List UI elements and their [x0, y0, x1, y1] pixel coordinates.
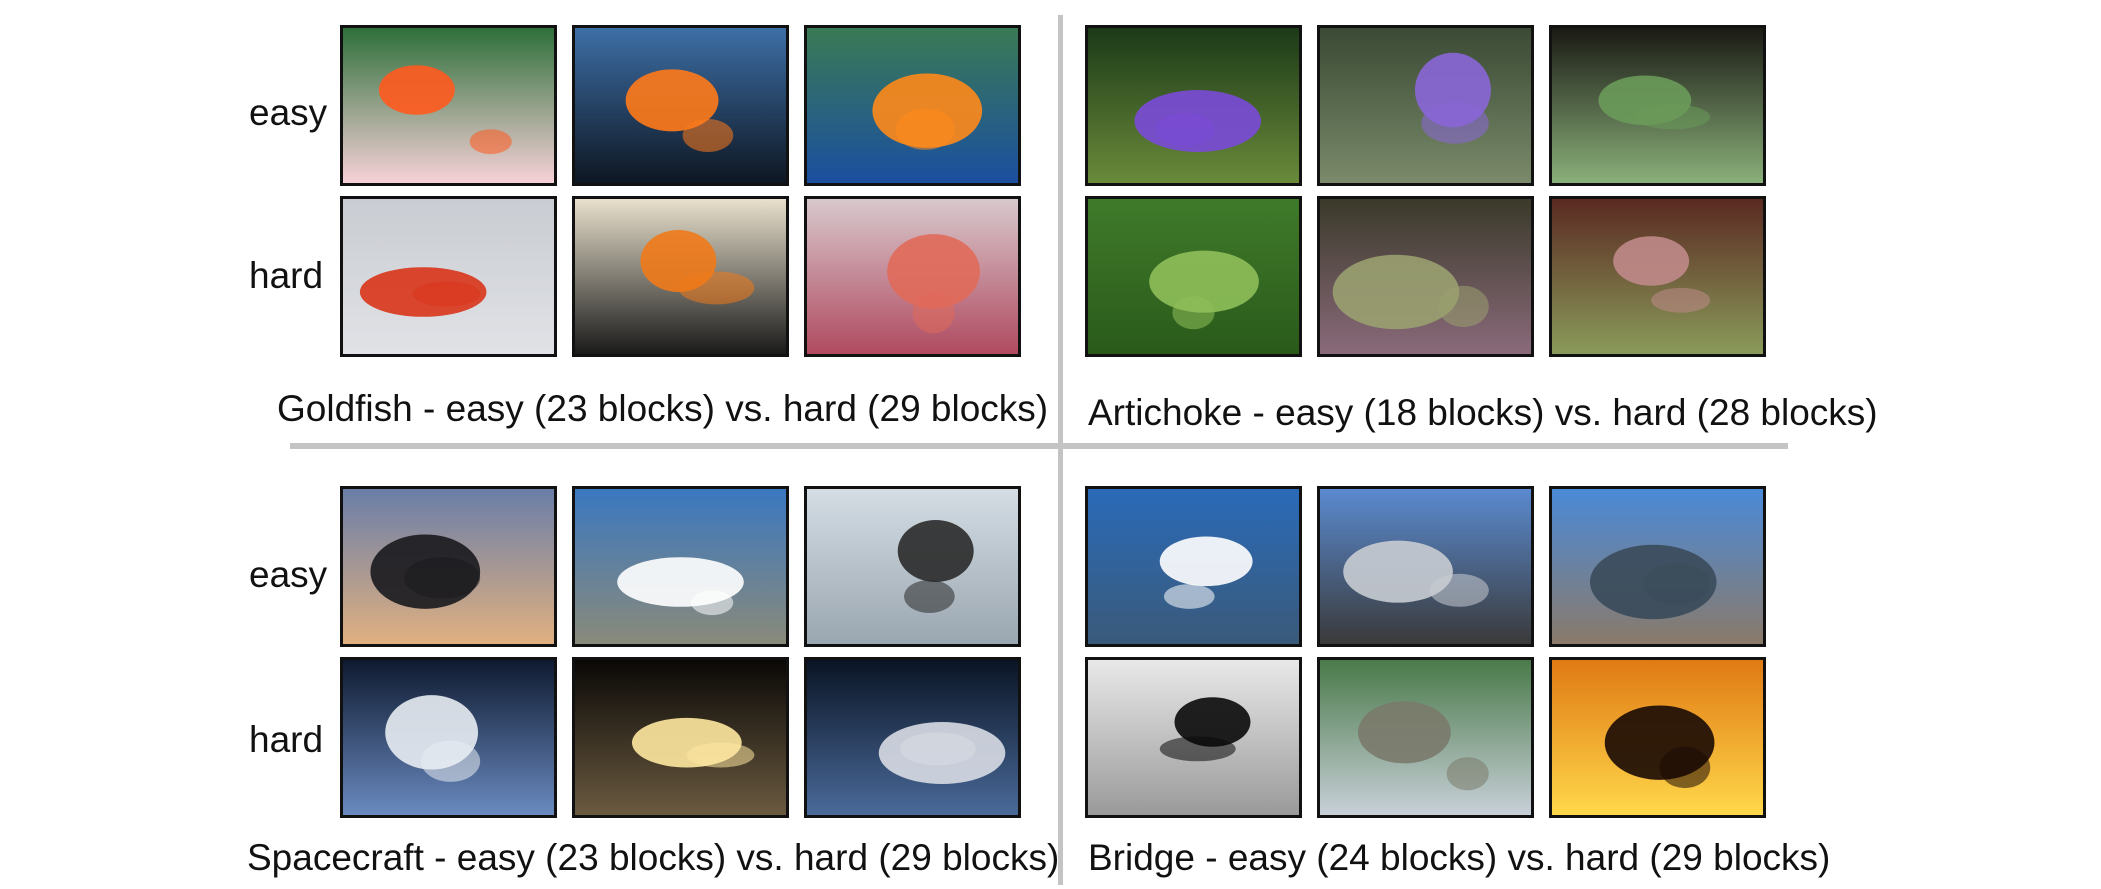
- row-label-hard: hard: [249, 255, 324, 296]
- panel-caption-artichoke: Artichoke - easy (18 blocks) vs. hard (2…: [1088, 392, 1878, 433]
- goldfish-hard-image: [804, 196, 1021, 357]
- artichoke-hard-image: [1085, 196, 1302, 357]
- artichoke-hard-image: [1317, 196, 1534, 357]
- horizontal-divider: [290, 443, 1788, 449]
- bridge-hard-image: [1549, 657, 1766, 818]
- artichoke-easy-image: [1317, 25, 1534, 186]
- vertical-divider: [1058, 15, 1063, 885]
- artichoke-hard-image: [1549, 196, 1766, 357]
- artichoke-easy-image: [1085, 25, 1302, 186]
- row-label-easy: easy: [249, 554, 328, 595]
- spacecraft-hard-image: [572, 657, 789, 818]
- spacecraft-easy-image: [340, 486, 557, 647]
- spacecraft-hard-image: [340, 657, 557, 818]
- goldfish-hard-image: [340, 196, 557, 357]
- spacecraft-easy-image: [804, 486, 1021, 647]
- row-label-hard: hard: [249, 719, 324, 760]
- row-label-easy: easy: [249, 92, 328, 133]
- panel-caption-goldfish: Goldfish - easy (23 blocks) vs. hard (29…: [277, 388, 1049, 429]
- panel-caption-bridge: Bridge - easy (24 blocks) vs. hard (29 b…: [1088, 837, 1831, 878]
- bridge-easy-image: [1317, 486, 1534, 647]
- bridge-hard-image: [1317, 657, 1534, 818]
- goldfish-easy-image: [340, 25, 557, 186]
- artichoke-easy-image: [1549, 25, 1766, 186]
- spacecraft-easy-image: [572, 486, 789, 647]
- bridge-easy-image: [1085, 486, 1302, 647]
- bridge-hard-image: [1085, 657, 1302, 818]
- goldfish-easy-image: [572, 25, 789, 186]
- bridge-easy-image: [1549, 486, 1766, 647]
- panel-caption-spacecraft: Spacecraft - easy (23 blocks) vs. hard (…: [247, 837, 1060, 878]
- goldfish-easy-image: [804, 25, 1021, 186]
- goldfish-hard-image: [572, 196, 789, 357]
- spacecraft-hard-image: [804, 657, 1021, 818]
